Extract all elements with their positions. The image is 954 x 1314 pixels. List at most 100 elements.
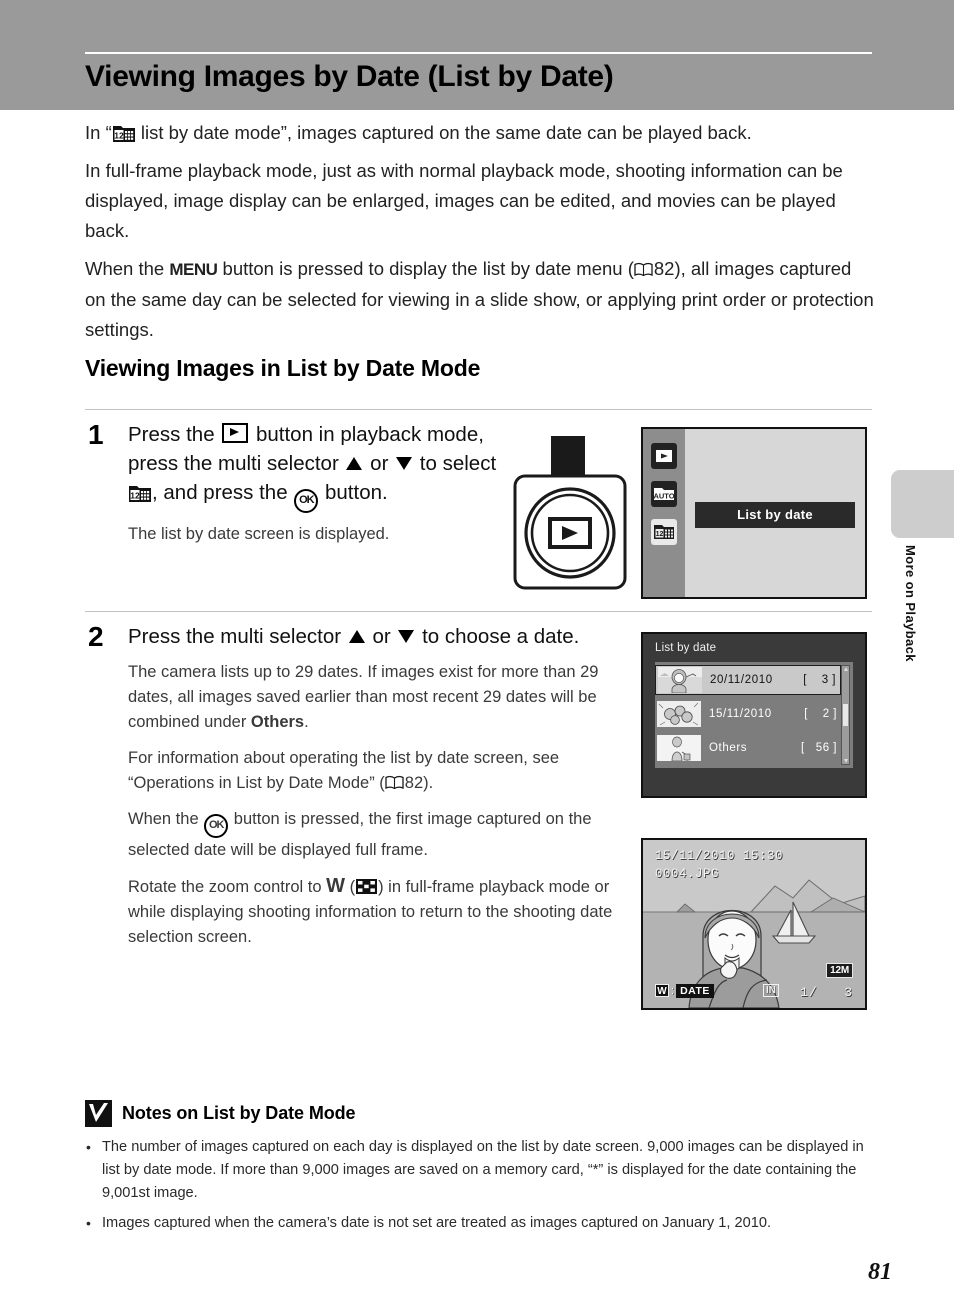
playback-mode-icon[interactable] — [651, 443, 677, 469]
scroll-up-arrow-icon[interactable] — [843, 667, 848, 671]
step-1-instruction: Press the button in playback mode, press… — [128, 420, 498, 513]
step-2-note-2-a: For information about operating the list… — [128, 749, 560, 792]
step-1-text-e: , and press the — [152, 481, 294, 504]
playback-button-icon — [222, 423, 249, 443]
osd-capture-datetime: 15/11/2010 15:30 — [655, 849, 784, 863]
list-item[interactable]: Others [ 56 ] — [655, 733, 841, 763]
date-thumbnail — [657, 701, 701, 727]
intro-paragraph-3: When the MENU button is pressed to displ… — [85, 254, 875, 345]
step-2-notes: The camera lists up to 29 dates. If imag… — [128, 660, 623, 950]
list-item: • The number of images captured on each … — [86, 1136, 878, 1205]
list-by-date-icon: 12 — [112, 124, 135, 142]
step-2-note-2-page: 82 — [404, 774, 424, 792]
step-divider-rule-1 — [85, 409, 872, 410]
caution-checkmark-icon — [85, 1100, 112, 1127]
note-text: Images captured when the camera’s date i… — [102, 1215, 772, 1231]
mode-menu-selected-item[interactable]: List by date — [695, 502, 855, 528]
camera-monitor-list-by-date: List by date 20/11/2010 [ 3 ] 15/11/2010… — [641, 632, 867, 798]
camera-monitor-full-frame: 15/11/2010 15:30 0004.JPG W : DATE IN 1/… — [641, 838, 867, 1010]
osd-image-size-badge: 12M — [826, 963, 853, 978]
intro-p3-a: When the — [85, 258, 170, 279]
date-image-count: [ 56 ] — [801, 742, 837, 754]
book-reference-icon — [385, 775, 404, 790]
playback-button-illustration — [505, 430, 633, 595]
list-item: • Images captured when the camera’s date… — [86, 1212, 878, 1235]
bullet-icon: • — [86, 1139, 91, 1155]
intro-p1-pre: In “ — [85, 122, 112, 143]
section-heading: Viewing Images in List by Date Mode — [85, 355, 481, 381]
arrow-down-icon — [398, 630, 415, 643]
list-item[interactable]: 15/11/2010 [ 2 ] — [655, 699, 841, 729]
date-list-scrollbar[interactable] — [841, 665, 850, 765]
camera-monitor-mode-select: AUTO 12 List by date — [641, 427, 867, 599]
date-label: Others — [709, 742, 748, 754]
page-header-band: Viewing Images by Date (List by Date) — [0, 0, 954, 110]
bullet-icon: • — [86, 1215, 91, 1231]
svg-text:12: 12 — [114, 131, 124, 141]
page-title: Viewing Images by Date (List by Date) — [85, 60, 614, 93]
step-2-note-4-a: Rotate the zoom control to — [128, 878, 327, 896]
step-2-number: 2 — [88, 621, 104, 652]
osd-internal-memory-indicator: IN — [763, 984, 779, 997]
notes-header: Notes on List by Date Mode — [85, 1100, 356, 1127]
svg-text:AUTO: AUTO — [653, 492, 674, 501]
step-1-number: 1 — [88, 419, 104, 450]
step-1-text-a: Press the — [128, 423, 221, 446]
step-2-note-2: For information about operating the list… — [128, 746, 623, 796]
svg-text:12: 12 — [656, 531, 664, 538]
date-thumbnail — [658, 667, 702, 693]
zoom-hint-separator: : — [671, 984, 675, 997]
side-tab-marker — [891, 470, 954, 538]
intro-paragraph-2: In full-frame playback mode, just as wit… — [85, 160, 843, 241]
header-divider-rule — [85, 52, 872, 54]
date-list: 20/11/2010 [ 3 ] 15/11/2010 [ 2 ] Others… — [655, 662, 853, 768]
intro-paragraph-1: In “12 list by date mode”, images captur… — [85, 118, 875, 148]
arrow-up-icon — [346, 457, 363, 470]
step-2-note-3-a: When the — [128, 810, 204, 828]
book-reference-icon — [634, 262, 653, 277]
osd-zoom-date-hint: W : DATE — [655, 983, 714, 998]
notes-list: • The number of images captured on each … — [86, 1136, 878, 1242]
notes-title: Notes on List by Date Mode — [122, 1103, 356, 1123]
ok-button-icon: OK — [294, 489, 319, 513]
step-2-note-1: The camera lists up to 29 dates. If imag… — [128, 660, 623, 735]
arrow-up-icon — [348, 630, 365, 643]
side-tab-label: More on Playback — [903, 545, 918, 662]
arrow-down-icon — [396, 457, 413, 470]
thumbnail-view-icon — [356, 879, 378, 894]
step-2-instruction: Press the multi selector or to choose a … — [128, 622, 623, 651]
step-2-body: Press the multi selector or to choose a … — [128, 622, 623, 961]
svg-text:12: 12 — [130, 491, 140, 501]
intro-text-block: In “12 list by date mode”, images captur… — [85, 118, 875, 353]
scrollbar-thumb[interactable] — [843, 704, 848, 726]
osd-frame-counter: 1/ 3 — [800, 985, 853, 1000]
intro-p3-b: button is pressed to display the list by… — [217, 258, 634, 279]
step-2-note-1-a: The camera lists up to 29 dates. If imag… — [128, 663, 599, 731]
date-label: 15/11/2010 — [709, 708, 772, 720]
ok-button-icon: OK — [204, 814, 229, 838]
scroll-down-arrow-icon[interactable] — [843, 759, 848, 763]
step-1-text-f: button. — [319, 481, 388, 504]
date-mode-badge: DATE — [676, 983, 714, 998]
step-2-note-4-b: ( — [345, 878, 356, 896]
list-by-date-icon: 12 — [129, 484, 151, 502]
menu-button-glyph: MENU — [169, 260, 218, 279]
step-1-notes: The list by date screen is displayed. — [128, 522, 498, 547]
step-1-body: Press the button in playback mode, press… — [128, 420, 498, 558]
step-divider-rule-2 — [85, 611, 872, 612]
wide-zoom-key-badge: W — [655, 984, 669, 997]
date-label: 20/11/2010 — [710, 674, 773, 686]
step-2-text-a: Press the multi selector — [128, 625, 347, 648]
osd-filename: 0004.JPG — [655, 867, 720, 881]
list-by-date-screen-title: List by date — [655, 642, 717, 654]
intro-p3-page: 82 — [653, 258, 675, 279]
auto-mode-icon[interactable]: AUTO — [651, 481, 677, 507]
step-1-note-1: The list by date screen is displayed. — [128, 525, 390, 543]
date-image-count: [ 2 ] — [804, 708, 837, 720]
step-2-note-2-b: ). — [423, 774, 434, 792]
step-1-text-c: or — [364, 452, 395, 475]
step-2-text-c: to choose a date. — [416, 625, 580, 648]
list-item[interactable]: 20/11/2010 [ 3 ] — [655, 665, 841, 695]
date-image-count: [ 3 ] — [803, 674, 836, 686]
list-by-date-mode-icon[interactable]: 12 — [651, 519, 677, 545]
